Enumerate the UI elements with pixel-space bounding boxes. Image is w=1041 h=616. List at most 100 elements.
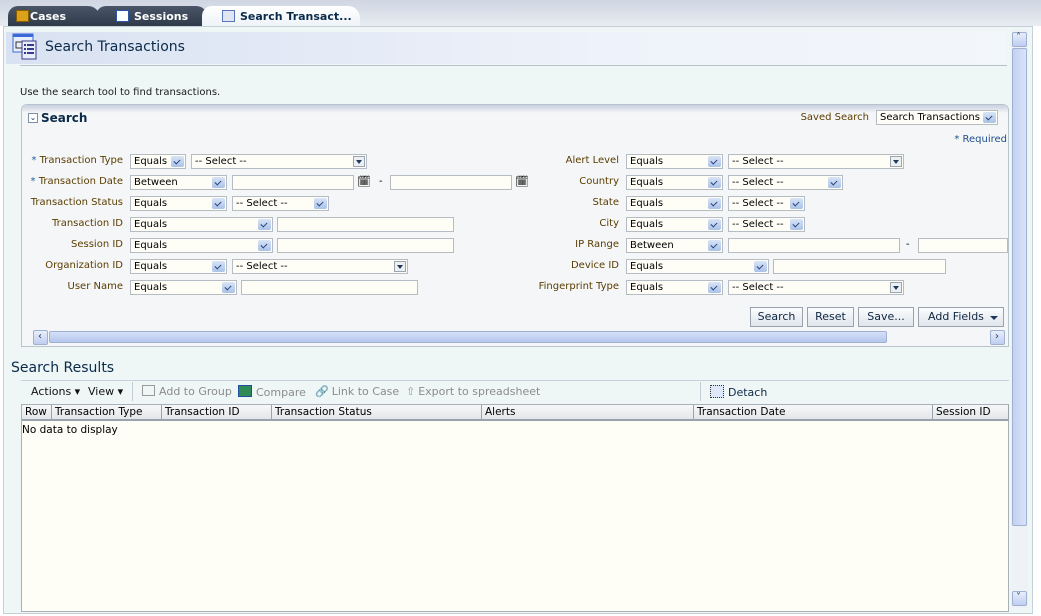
caret-down-icon [990, 316, 998, 320]
add-to-group-button[interactable]: Add to Group [142, 385, 232, 398]
chevron-down-icon [258, 240, 271, 251]
chevron-down-icon [212, 261, 225, 272]
value-select[interactable]: -- Select -- [232, 259, 408, 274]
scroll-thumb[interactable] [1012, 48, 1027, 526]
operator-select[interactable]: Between [626, 238, 723, 253]
value-select[interactable]: -- Select -- [728, 196, 805, 211]
value-input[interactable] [277, 217, 454, 232]
value-select[interactable]: -- Select -- [728, 175, 843, 190]
operator-select[interactable]: Equals [130, 238, 273, 253]
field-label: Device ID [570, 260, 619, 271]
chevron-down-icon [353, 156, 365, 167]
actions-menu[interactable]: Actions ▾ [31, 385, 80, 398]
chevron-down-icon [828, 177, 841, 188]
chevron-down-icon [212, 198, 225, 209]
date-from-input[interactable] [232, 175, 354, 190]
chevron-down-icon [314, 198, 327, 209]
operator-select[interactable]: Equals [130, 154, 186, 169]
required-marker: * [30, 176, 39, 187]
add-fields-button[interactable]: Add Fields [918, 307, 1004, 327]
horizontal-scrollbar[interactable]: ‹ › [33, 330, 1005, 345]
add-to-group-label: Add to Group [159, 385, 232, 398]
link-to-case-button[interactable]: 🔗 Link to Case [315, 385, 399, 398]
toolbar-separator [132, 382, 133, 401]
save-button[interactable]: Save... [858, 307, 914, 327]
field-label: City [599, 218, 619, 229]
compare-button[interactable]: Compare [238, 385, 306, 399]
range-from-input[interactable] [728, 238, 900, 253]
value-select[interactable]: -- Select -- [728, 154, 904, 169]
tab-cases[interactable]: Cases [8, 6, 100, 26]
scroll-up-button[interactable]: ˄ [1012, 32, 1027, 47]
chevron-down-icon [754, 261, 767, 272]
vertical-scrollbar[interactable]: ˄ ˅ [1011, 30, 1028, 608]
operator-select[interactable]: Equals [130, 259, 227, 274]
value-input[interactable] [773, 259, 946, 274]
view-menu[interactable]: View ▾ [88, 385, 123, 398]
tab-label: Sessions [134, 9, 189, 23]
search-collapse-toggle[interactable]: ⌄ [28, 113, 38, 123]
value-select[interactable]: -- Select -- [191, 154, 367, 169]
chevron-down-icon [708, 240, 721, 251]
detach-button[interactable]: Detach [710, 385, 767, 399]
chevron-down-icon [890, 282, 902, 293]
tab-sessions[interactable]: Sessions [96, 6, 208, 26]
range-separator: - [906, 239, 910, 250]
operator-select[interactable]: Equals [626, 154, 723, 169]
view-label: View [88, 385, 115, 398]
export-icon: ⇧ [406, 385, 416, 398]
detach-icon [710, 385, 724, 398]
link-icon: 🔗 [315, 385, 329, 398]
operator-select[interactable]: Equals [626, 196, 723, 211]
divider [20, 65, 1007, 66]
operator-select[interactable]: Equals [626, 175, 723, 190]
search-results-title: Search Results [11, 360, 115, 376]
chevron-up-icon: ˄ [1016, 32, 1021, 43]
scroll-left-button[interactable]: ‹ [33, 330, 48, 345]
tab-search-transactions[interactable]: Search Transact... [202, 6, 360, 26]
value-select[interactable]: -- Select -- [728, 280, 904, 295]
calendar-icon[interactable]: 🗓 [357, 175, 371, 189]
date-to-input[interactable] [390, 175, 512, 190]
value-input[interactable] [241, 280, 418, 295]
chevron-down-icon [708, 177, 721, 188]
operator-select[interactable]: Equals [130, 196, 227, 211]
operator-select[interactable]: Equals [626, 259, 769, 274]
operator-select[interactable]: Equals [130, 280, 237, 295]
column-header[interactable]: Transaction Status [272, 405, 482, 421]
chevron-down-icon [258, 219, 271, 230]
value-select[interactable]: -- Select -- [232, 196, 329, 211]
range-to-input[interactable] [918, 238, 1008, 253]
value-input[interactable] [277, 238, 454, 253]
operator-select[interactable]: Equals [626, 217, 723, 232]
chevron-right-icon: › [995, 331, 999, 342]
saved-search-select[interactable]: Search Transactions [876, 110, 998, 125]
operator-select[interactable]: Equals [626, 280, 723, 295]
briefcase-icon [16, 10, 29, 22]
column-header[interactable]: Transaction Type [52, 405, 162, 421]
empty-message: No data to display [22, 424, 118, 436]
field-label: Fingerprint Type [538, 281, 619, 292]
column-header[interactable]: Transaction Date [694, 405, 933, 421]
reset-button[interactable]: Reset [807, 307, 854, 327]
column-header[interactable]: Alerts [482, 405, 694, 421]
operator-select[interactable]: Between [130, 175, 227, 190]
chevron-down-icon [222, 282, 235, 293]
scroll-thumb[interactable] [49, 331, 887, 343]
search-button[interactable]: Search [750, 307, 803, 327]
operator-select[interactable]: Equals [130, 217, 273, 232]
field-label: State [592, 197, 619, 208]
column-header[interactable]: Transaction ID [162, 405, 272, 421]
scroll-down-button[interactable]: ˅ [1012, 591, 1027, 606]
field-label: * Transaction Date [30, 176, 123, 187]
export-button[interactable]: ⇧ Export to spreadsheet [406, 385, 540, 398]
chevron-down-icon [890, 156, 902, 167]
scroll-right-button[interactable]: › [990, 330, 1005, 345]
actions-label: Actions [31, 385, 72, 398]
column-header[interactable]: Row [22, 405, 52, 421]
chevron-down-icon [790, 198, 803, 209]
chevron-down-icon [212, 177, 225, 188]
column-header[interactable]: Session ID [933, 405, 1009, 421]
value-select[interactable]: -- Select -- [728, 217, 805, 232]
tab-label: Cases [30, 9, 67, 23]
